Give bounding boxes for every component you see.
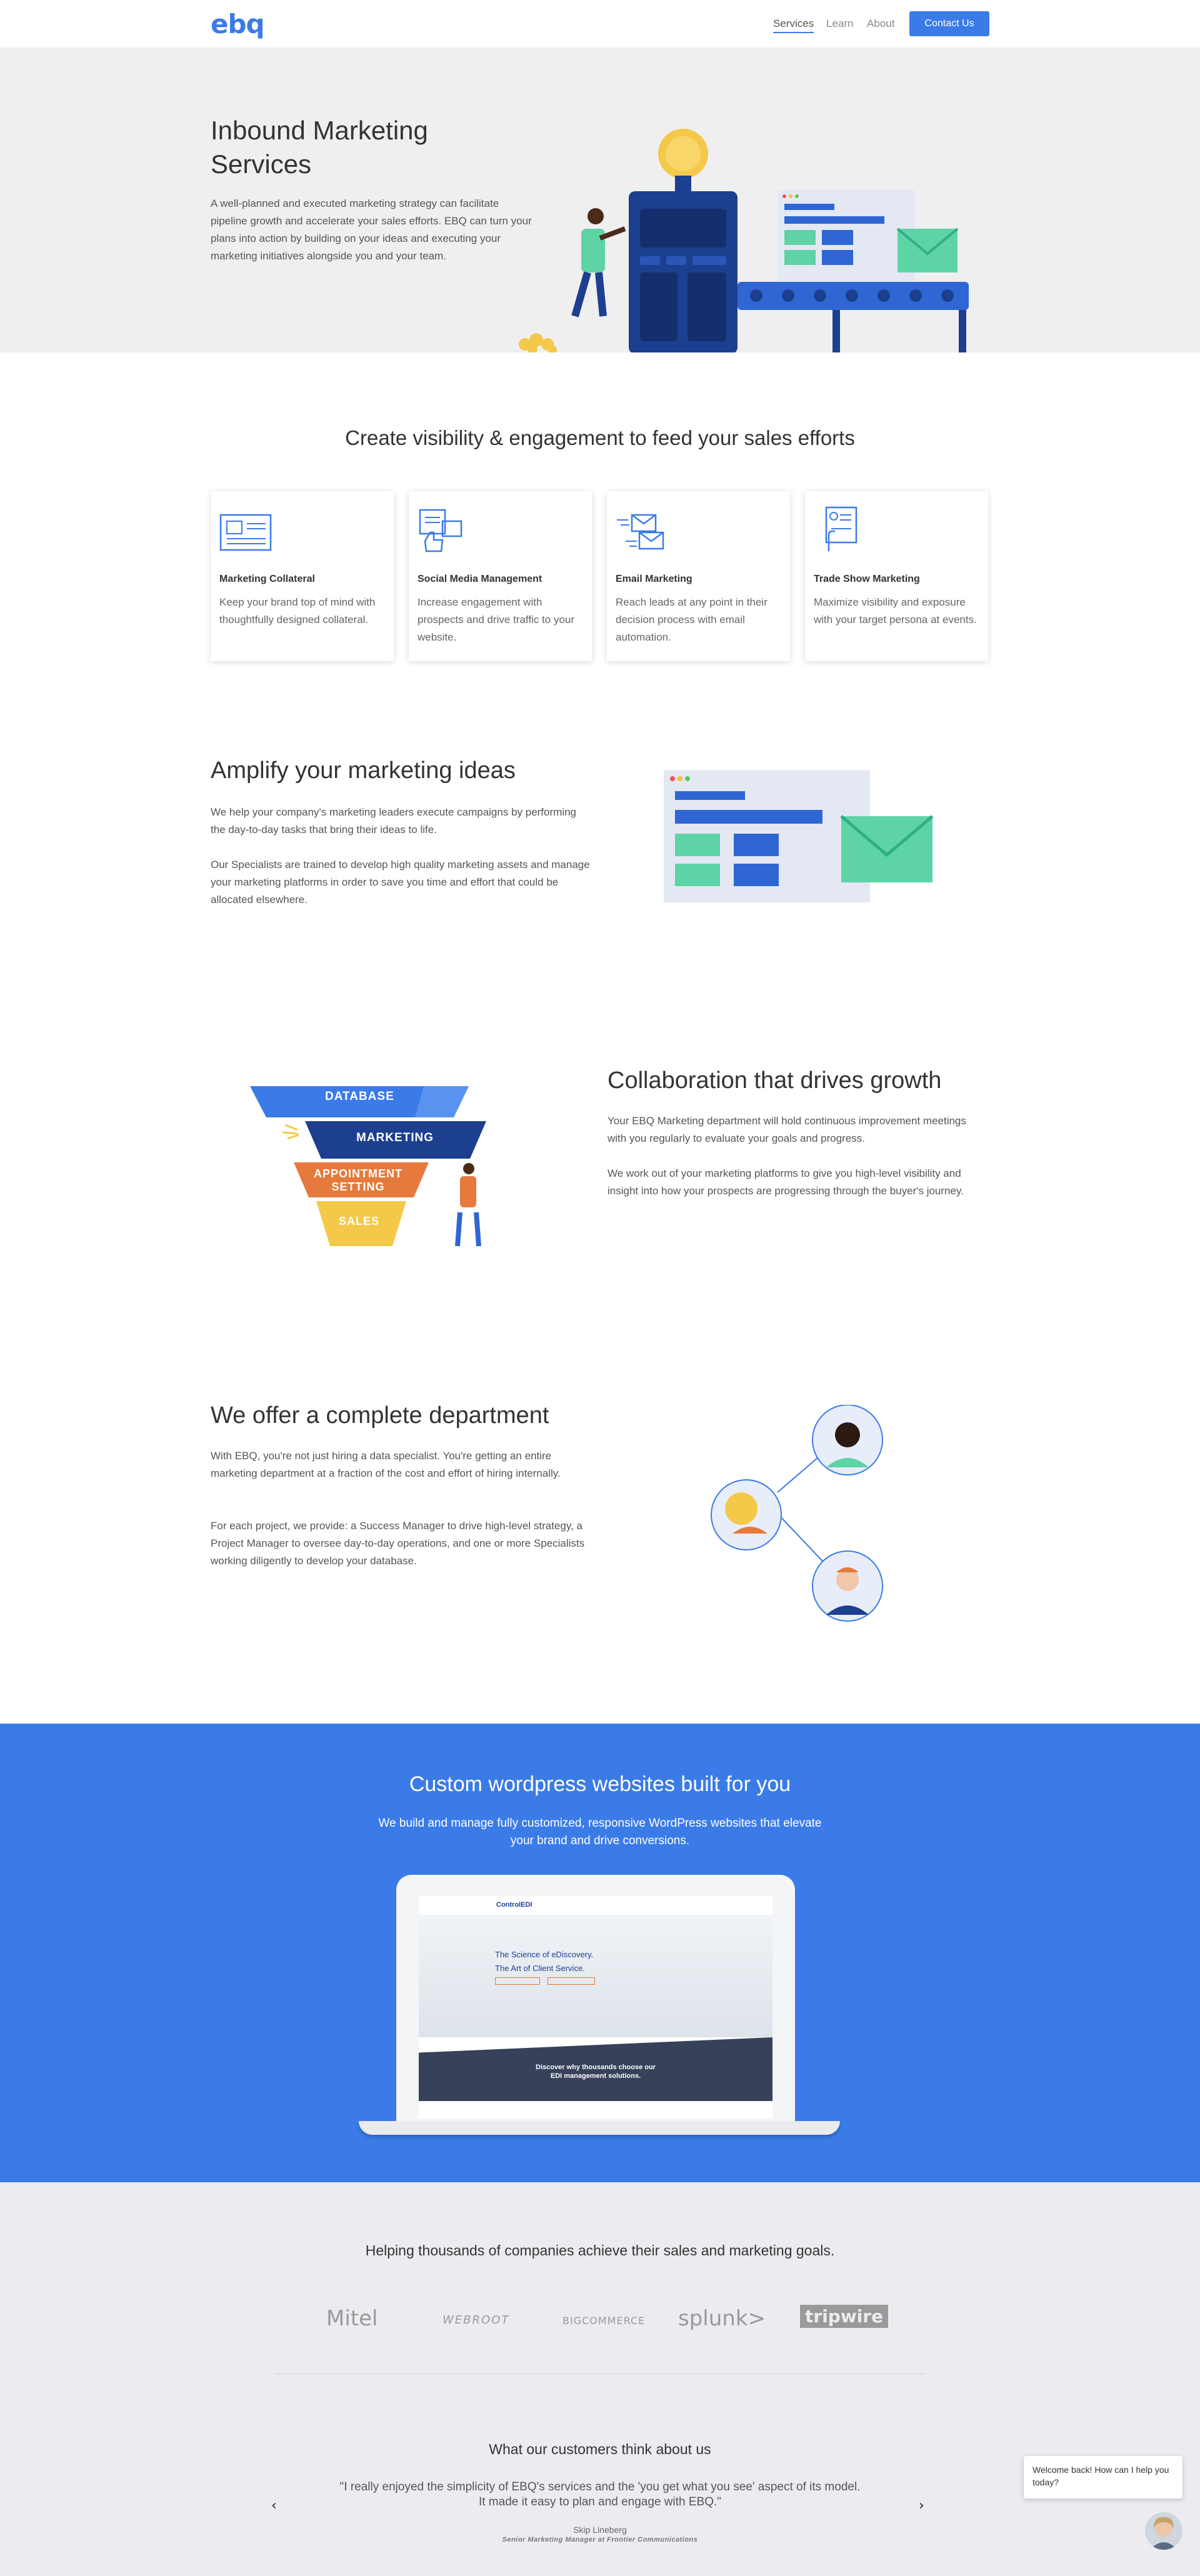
card-marketing-collateral[interactable]: Marketing Collateral Keep your brand top… [211, 491, 394, 661]
card-title: Email Marketing [616, 574, 692, 584]
funnel-stage-sales: SALES [339, 1215, 380, 1227]
amplify-paragraph-2: Our Specialists are trained to develop h… [211, 859, 590, 906]
clients-section: Helping thousands of companies achieve t… [0, 2182, 1200, 2576]
chat-greeting-bubble[interactable]: Welcome back! How can I help you today? [1024, 2456, 1182, 2499]
document-screen-icon [219, 514, 272, 551]
department-paragraph-1: With EBQ, you're not just hiring a data … [211, 1450, 561, 1479]
screen-button-2[interactable] [548, 1977, 595, 1985]
nav-link-learn[interactable]: Learn [826, 17, 853, 30]
card-body: Increase engagement with prospects and d… [418, 596, 575, 643]
card-title: Marketing Collateral [219, 574, 315, 584]
laptop-base [359, 2121, 840, 2135]
email-envelopes-icon [617, 514, 664, 550]
testimonial-author: Skip Lineberg [573, 2525, 627, 2535]
card-body: Keep your brand top of mind with thought… [219, 596, 376, 626]
testimonial-next-arrow[interactable]: › [919, 2498, 924, 2514]
client-logo-splunk: splunk> [678, 2306, 766, 2331]
testimonial-prev-arrow[interactable]: ‹ [271, 2498, 277, 2514]
client-logo-mitel: Mitel [326, 2306, 378, 2331]
card-title: Social Media Management [418, 574, 542, 584]
team-network-illustration [711, 1405, 883, 1622]
wordpress-section: Custom wordpress websites built for you … [0, 1724, 1200, 2182]
testimonials-title: What our customers think about us [489, 2441, 711, 2457]
screen-hero-image [419, 1915, 772, 2037]
wordpress-title: Custom wordpress websites built for you [409, 1772, 791, 1796]
collaboration-paragraph-1: Your EBQ Marketing department will hold … [608, 1115, 966, 1144]
trade-show-badge-icon [825, 506, 858, 551]
funnel-stage-marketing: MARKETING [356, 1131, 434, 1144]
screen-headline-1: The Science of eDiscovery. [495, 1950, 594, 1959]
social-thumbs-up-icon [419, 509, 462, 552]
card-trade-show-marketing[interactable]: Trade Show Marketing Maximize visibility… [805, 491, 988, 661]
funnel-stage-database: DATABASE [325, 1090, 394, 1103]
nav-link-services[interactable]: Services [773, 17, 814, 33]
client-logo-tripwire: tripwire [800, 2305, 889, 2328]
client-logo-bigcommerce: BIGCOMMERCE [562, 2315, 646, 2327]
hero-illustration [519, 129, 969, 352]
testimonial-role: Senior Marketing Manager at Frontier Com… [502, 2536, 698, 2544]
chat-avatar[interactable] [1145, 2512, 1182, 2550]
card-social-media-management[interactable]: Social Media Management Increase engagem… [409, 491, 592, 661]
clients-title: Helping thousands of companies achieve t… [365, 2242, 835, 2259]
visibility-title: Create visibility & engagement to feed y… [345, 426, 855, 449]
amplify-title: Amplify your marketing ideas [211, 757, 516, 784]
chat-agent-avatar-icon [1145, 2512, 1182, 2550]
dashboard-illustration [664, 770, 934, 902]
collaboration-title: Collaboration that drives growth [608, 1067, 942, 1094]
card-title: Trade Show Marketing [814, 574, 920, 584]
amplify-paragraph-1: We help your company's marketing leaders… [211, 806, 576, 836]
card-email-marketing[interactable]: Email Marketing Reach leads at any point… [607, 491, 790, 661]
hero-section: Inbound Marketing Services A well-planne… [0, 47, 1200, 352]
screen-banner-line-1: Discover why thousands choose our [536, 2064, 656, 2071]
department-paragraph-2: For each project, we provide: a Success … [211, 1520, 585, 1567]
ebq-logo[interactable]: ebq [211, 9, 265, 39]
card-body: Reach leads at any point in their decisi… [616, 596, 768, 643]
nav-link-about[interactable]: About [867, 17, 894, 30]
testimonial-quote: "I really enjoyed the simplicity of EBQ'… [339, 2480, 861, 2509]
contact-us-button[interactable]: Contact Us [909, 11, 989, 36]
screen-headline-2: The Art of Client Service. [495, 1964, 585, 1973]
hero-title: Inbound Marketing Services [211, 116, 428, 179]
collaboration-paragraph-2: We work out of your marketing platforms … [608, 1167, 964, 1197]
card-body: Maximize visibility and exposure with yo… [814, 596, 977, 626]
top-nav: ebq Services Learn About Contact Us [0, 0, 1200, 47]
client-logo-webroot: WEBROOT [442, 2314, 510, 2327]
wordpress-body: We build and manage fully customized, re… [378, 1817, 822, 1847]
screen-brand: ControlEDI [496, 1901, 532, 1909]
screen-banner-line-2: EDI management solutions. [550, 2072, 641, 2080]
laptop-screen: ControlEDI The Science of eDiscovery. Th… [419, 1896, 772, 2119]
department-title: We offer a complete department [211, 1402, 549, 1429]
hero-body: A well-planned and executed marketing st… [211, 197, 532, 262]
laptop-mockup: ControlEDI The Science of eDiscovery. Th… [396, 1875, 795, 2121]
funnel-stage-appointment-setting: APPOINTMENT SETTING [313, 1167, 402, 1193]
screen-button-1[interactable] [495, 1977, 540, 1985]
